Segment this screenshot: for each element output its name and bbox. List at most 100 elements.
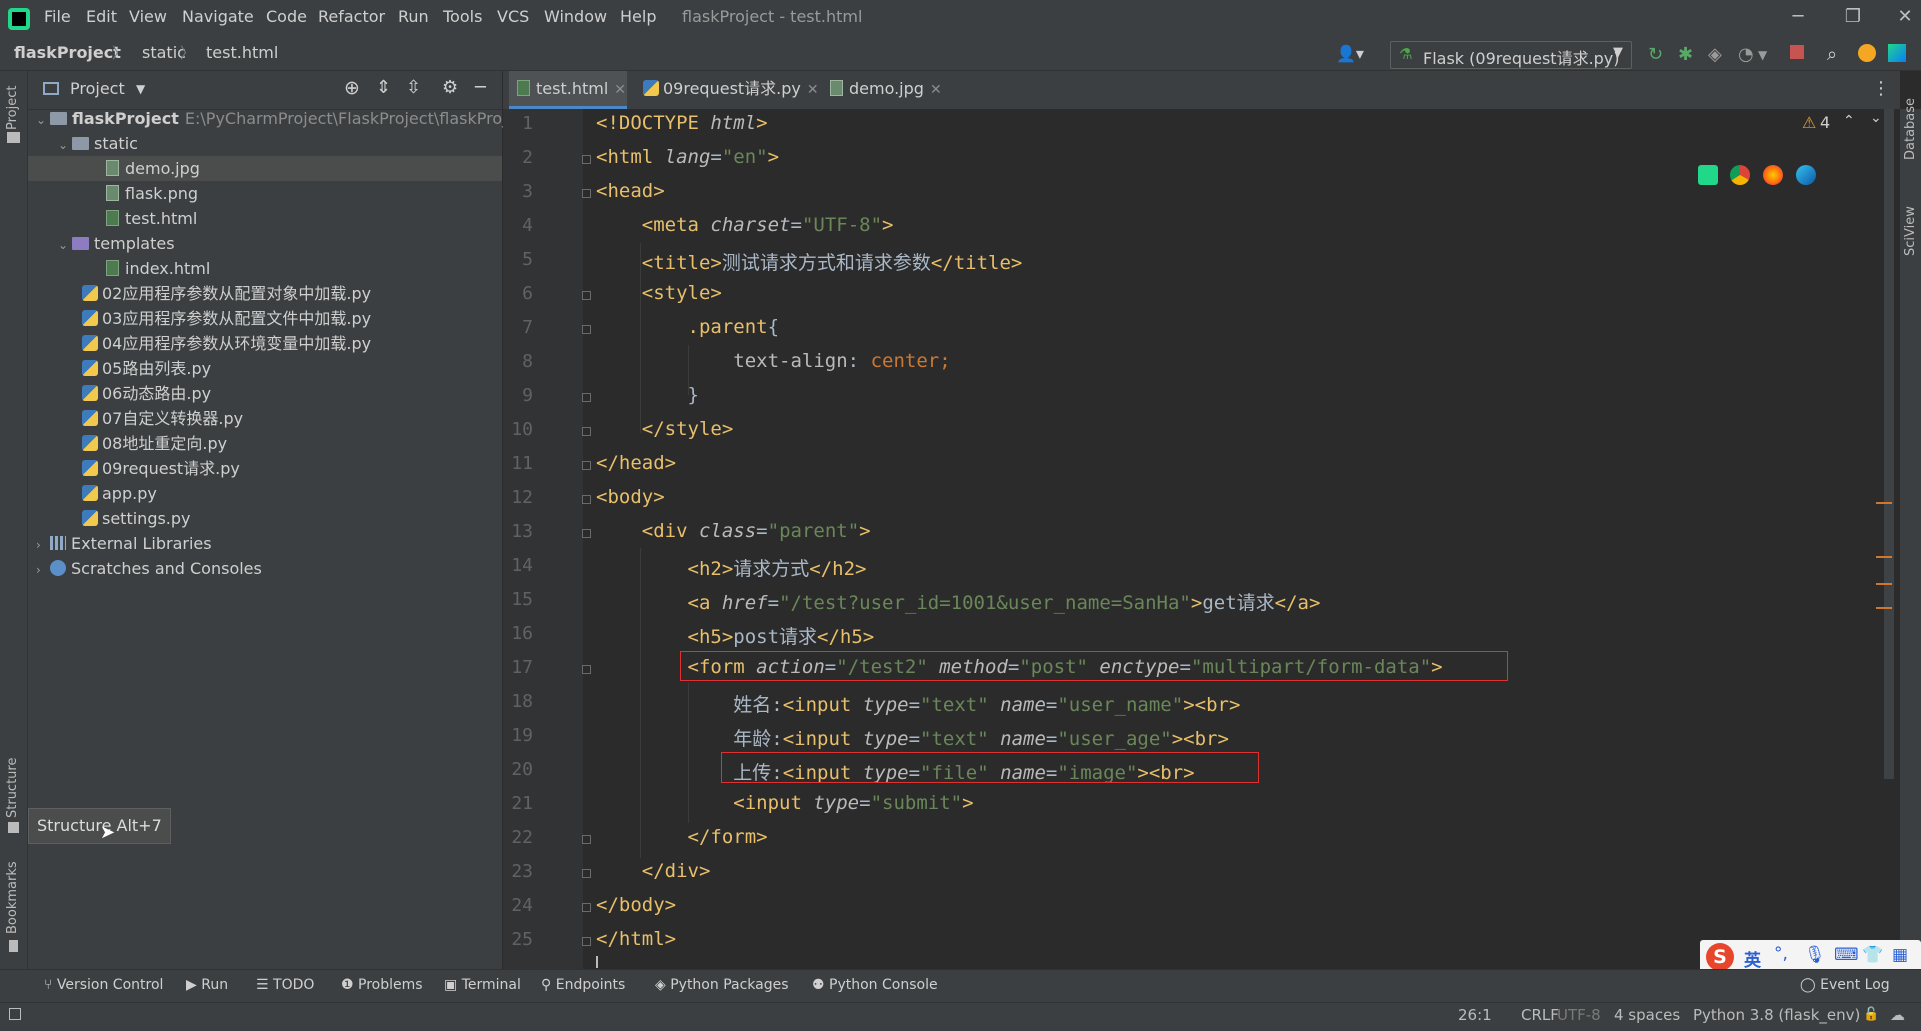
notifications-icon[interactable]: ☁ [1890, 1006, 1905, 1024]
project-view-title[interactable]: Project [70, 79, 125, 98]
search-icon[interactable]: ⌕ [1827, 44, 1845, 65]
fold-marker-icon[interactable] [582, 903, 591, 912]
code-line[interactable]: <h5>post请求</h5> [596, 622, 875, 649]
warning-stripe[interactable] [1876, 607, 1892, 609]
restore-icon[interactable]: ❐ [1838, 6, 1868, 30]
python-console-tab[interactable]: ⚉ Python Console [812, 977, 938, 993]
menu-view[interactable]: View [129, 7, 167, 26]
keyboard-icon[interactable]: ⌨ [1834, 945, 1859, 965]
locate-file-icon[interactable]: ⊕ [344, 77, 360, 99]
run-configuration-select[interactable]: ⚗ Flask (09request请求.py) ▼ [1390, 41, 1632, 69]
code-line[interactable]: <title>测试请求方式和请求参数</title> [596, 248, 1023, 275]
warning-count[interactable]: 4 [1820, 113, 1830, 132]
code-line[interactable]: 年龄:<input type="text" name="user_age"><b… [596, 724, 1229, 751]
warning-stripe[interactable] [1876, 502, 1892, 504]
previous-highlight-icon[interactable]: ⌃ [1843, 113, 1855, 129]
tree-external-libraries[interactable]: › External Libraries [36, 531, 212, 556]
fold-marker-icon[interactable] [582, 189, 591, 198]
tab-demo-jpg[interactable]: demo.jpg ✕ [830, 71, 942, 109]
tree-file-test-html[interactable]: test.html [106, 206, 197, 231]
code-line[interactable]: <style> [596, 282, 722, 304]
tree-file-py[interactable]: 04应用程序参数从环境变量中加载.py [82, 331, 371, 356]
code-line[interactable]: 姓名:<input type="text" name="user_name"><… [596, 690, 1240, 717]
toolbox-icon[interactable]: ▦ [1892, 945, 1908, 965]
microphone-icon[interactable]: 🎙 [1804, 945, 1826, 965]
code-line[interactable]: <head> [596, 180, 665, 202]
warning-stripe[interactable] [1876, 583, 1892, 585]
code-line[interactable]: <div class="parent"> [596, 520, 871, 542]
tree-file-py[interactable]: 03应用程序参数从配置文件中加载.py [82, 306, 371, 331]
menu-tools[interactable]: Tools [443, 7, 482, 26]
menu-window[interactable]: Window [544, 7, 607, 26]
pycharm-browser-icon[interactable] [1698, 165, 1718, 185]
more-tabs-icon[interactable]: ⋮ [1872, 78, 1890, 99]
fold-marker-icon[interactable] [582, 427, 591, 436]
menu-code[interactable]: Code [266, 7, 307, 26]
tree-file-py[interactable]: settings.py [82, 506, 191, 531]
update-icon[interactable] [1858, 44, 1876, 62]
more-run-chevron-icon[interactable]: ▼ [1758, 48, 1776, 66]
close-icon[interactable]: ✕ [1890, 6, 1920, 30]
tree-file-py[interactable]: 02应用程序参数从配置对象中加载.py [82, 281, 371, 306]
gear-icon[interactable]: ⚙ [442, 77, 458, 98]
editor-scrollbar[interactable] [1884, 109, 1894, 779]
coverage-icon[interactable]: ◈ [1708, 44, 1726, 65]
breadcrumb-project[interactable]: flaskProject [14, 43, 121, 62]
debug-icon[interactable]: ✱ [1678, 44, 1696, 65]
tree-file-flask-png[interactable]: flask.png [106, 181, 198, 206]
tree-file-py[interactable]: 06动态路由.py [82, 381, 211, 406]
fold-marker-icon[interactable] [582, 325, 591, 334]
chevron-down-icon[interactable]: ▼ [136, 82, 145, 96]
lock-icon[interactable]: 🔓 [1863, 1007, 1879, 1022]
collapse-all-icon[interactable]: ⇳ [406, 77, 421, 98]
fold-marker-icon[interactable] [582, 291, 591, 300]
warning-icon[interactable]: ⚠ [1802, 113, 1816, 132]
tree-root[interactable]: ⌄ flaskProject E:\PyCharmProject\FlaskProj… [36, 106, 531, 131]
firefox-icon[interactable] [1763, 165, 1783, 185]
code-line[interactable]: <input type="submit"> [596, 792, 973, 814]
close-tab-icon[interactable]: ✕ [807, 82, 819, 98]
code-line[interactable]: </div> [596, 860, 711, 882]
menu-navigate[interactable]: Navigate [182, 7, 254, 26]
code-line[interactable]: </html> [596, 928, 676, 950]
code-line[interactable]: <meta charset="UTF-8"> [596, 214, 894, 236]
code-line[interactable]: </form> [596, 826, 768, 848]
tree-scratches[interactable]: › Scratches and Consoles [36, 556, 262, 581]
fold-marker-icon[interactable] [582, 665, 591, 674]
file-encoding[interactable]: UTF-8 [1557, 1006, 1601, 1024]
code-line[interactable]: </style> [596, 418, 734, 440]
fold-marker-icon[interactable] [582, 495, 591, 504]
problems-tab[interactable]: ❶ Problems [341, 977, 423, 993]
tree-file-index-html[interactable]: index.html [106, 256, 210, 281]
code-line[interactable]: <!DOCTYPE html> [596, 112, 768, 134]
code-line[interactable]: <h2>请求方式</h2> [596, 554, 867, 581]
tree-folder-templates[interactable]: ⌄ templates [58, 231, 175, 256]
fold-marker-icon[interactable] [582, 393, 591, 402]
tab-test-html[interactable]: test.html ✕ [509, 71, 627, 109]
close-tab-icon[interactable]: ✕ [614, 82, 626, 98]
fold-marker-icon[interactable] [582, 461, 591, 470]
hide-panel-icon[interactable]: ─ [475, 77, 486, 98]
bookmarks-tool-tab[interactable]: Bookmarks [5, 861, 20, 934]
tree-file-py[interactable]: 09request请求.py [82, 456, 240, 481]
rerun-icon[interactable]: ↻ [1648, 44, 1666, 65]
version-control-tab[interactable]: ⑂ Version Control [44, 977, 163, 993]
next-highlight-icon[interactable]: ⌄ [1870, 110, 1882, 126]
minimize-icon[interactable]: ─ [1783, 6, 1813, 30]
endpoints-tab[interactable]: ⚲ Endpoints [541, 977, 625, 993]
terminal-tab[interactable]: ▣ Terminal [444, 977, 521, 993]
warning-stripe[interactable] [1876, 556, 1892, 558]
chrome-icon[interactable] [1730, 165, 1750, 185]
database-tool-tab[interactable]: Database [1903, 98, 1918, 160]
code-line[interactable]: text-align: center; [596, 350, 950, 372]
event-log-tab[interactable]: ◯ Event Log [1800, 977, 1890, 993]
profile-icon[interactable]: ◔ [1738, 44, 1756, 65]
project-tool-tab[interactable]: Project [5, 86, 20, 130]
fold-marker-icon[interactable] [582, 835, 591, 844]
python-interpreter[interactable]: Python 3.8 (flask_env) [1693, 1006, 1860, 1024]
python-packages-tab[interactable]: ◈ Python Packages [655, 977, 789, 993]
tree-file-py[interactable]: app.py [82, 481, 157, 506]
toggle-tool-windows-icon[interactable] [9, 1008, 21, 1020]
code-line[interactable]: <html lang="en"> [596, 146, 779, 168]
close-tab-icon[interactable]: ✕ [930, 82, 942, 98]
